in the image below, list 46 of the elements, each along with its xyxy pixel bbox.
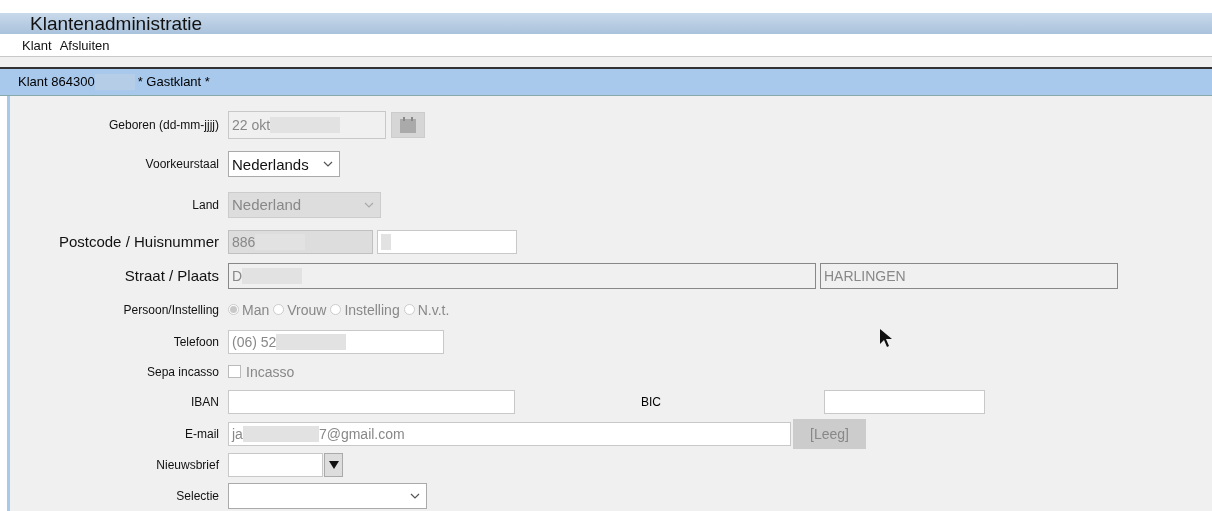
- email-field[interactable]: ja 7@gmail.com: [228, 422, 791, 446]
- calendar-button[interactable]: [391, 112, 425, 138]
- dropdown[interactable]: [228, 483, 427, 509]
- radio-option: N.v.t.: [403, 302, 450, 318]
- chevron-down-icon: [364, 202, 374, 208]
- combo-field[interactable]: [228, 453, 323, 478]
- field-label: Voorkeurstaal: [144, 157, 220, 172]
- redacted-block: [276, 334, 347, 350]
- customer-type: * Gastklant *: [137, 74, 210, 90]
- chevron-down-icon: [410, 493, 420, 499]
- field-label: Geboren (dd-mm-jjjj): [107, 118, 220, 132]
- dropdown-button[interactable]: [324, 453, 343, 478]
- dropdown[interactable]: Nederlands: [228, 151, 340, 178]
- redacted-block: [381, 234, 391, 250]
- menu-item[interactable]: Klant: [22, 37, 52, 53]
- chevron-down-icon: [323, 161, 333, 168]
- text-field[interactable]: (06) 52: [228, 330, 444, 354]
- clear-button[interactable]: [Leeg]: [793, 419, 866, 449]
- radio-option: Man: [228, 302, 270, 318]
- field-label: Nieuwsbrief: [155, 458, 220, 473]
- text-field[interactable]: 886: [228, 230, 373, 254]
- field-label: Straat / Plaats: [123, 267, 220, 285]
- checkbox[interactable]: [228, 365, 241, 379]
- calendar-icon: [399, 116, 417, 134]
- field-label: Land: [191, 198, 220, 212]
- field-label: E-mail: [184, 427, 220, 441]
- triangle-down-icon: [328, 461, 339, 470]
- field-label: Selectie: [175, 489, 220, 503]
- radio-option: Vrouw: [273, 302, 327, 318]
- text-field[interactable]: [228, 390, 515, 415]
- field-label: BIC: [640, 395, 662, 410]
- field-label: IBAN: [190, 395, 220, 410]
- text-field[interactable]: HARLINGEN: [820, 263, 1118, 289]
- field-label: Persoon/Instelling: [122, 303, 220, 317]
- radio-option: Instelling: [330, 302, 400, 318]
- checkbox-label: Incasso: [246, 364, 295, 380]
- window-title: Klantenadministratie: [30, 13, 203, 34]
- field-label: Postcode / Huisnummer: [57, 233, 220, 251]
- field-label: Sepa incasso: [145, 365, 220, 379]
- text-field[interactable]: [824, 390, 985, 415]
- menu-item[interactable]: Afsluiten: [59, 37, 110, 53]
- field-label: Telefoon: [172, 335, 220, 349]
- text-field[interactable]: [377, 230, 517, 254]
- customer-number: Klant 864300: [18, 74, 95, 90]
- text-field[interactable]: D: [228, 263, 816, 289]
- mouse-pointer-icon: [879, 328, 893, 348]
